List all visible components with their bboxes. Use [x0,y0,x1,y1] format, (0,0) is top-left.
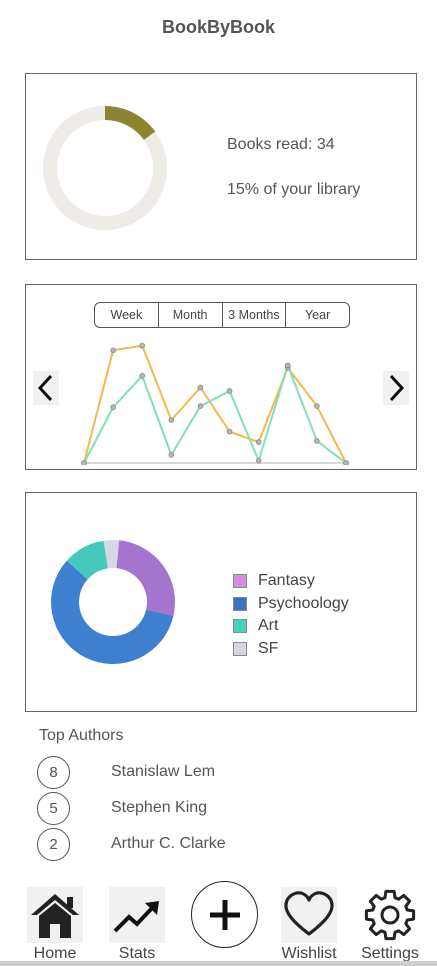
chevron-left-icon [37,374,53,402]
library-percentage: 15% of your library [227,181,361,198]
trending-up-icon [109,887,165,943]
legend-swatch [233,574,247,589]
gear-hole [380,905,400,925]
author-book-count: 2 [37,828,70,861]
legend-swatch [233,596,247,611]
legend-item-sf: SF [233,638,349,661]
legend-swatch [233,642,247,657]
legend-item-fantasy: Fantasy [233,570,349,593]
add-book-button[interactable] [191,881,258,948]
data-point-0-5 [226,428,233,435]
author-row[interactable]: 2 Arthur C. Clarke [37,828,337,861]
legend-item-psychology: Psychoology [233,593,349,616]
author-book-count: 8 [37,756,70,789]
data-point-1-7 [284,362,291,369]
bottom-divider [0,961,437,966]
series-line-1 [83,362,347,464]
legend-label: SF [258,640,279,658]
gear-icon [362,887,418,943]
reading-line-chart [81,342,349,465]
tab-year[interactable]: Year [286,303,349,327]
chevron-right-icon [389,374,405,402]
nav-wishlist[interactable]: Wishlist [276,887,342,963]
reading-progress-card: Books read: 34 15% of your library [25,73,417,260]
data-point-0-2 [139,342,146,349]
plus-icon [209,899,240,930]
tab-week[interactable]: Week [95,303,159,327]
legend-label: Fantasy [258,572,315,590]
data-point-1-1 [110,404,116,411]
data-point-1-6 [255,457,262,464]
legend-label: Art [258,617,279,635]
app-title: BookByBook [161,17,275,37]
progress-ring [43,106,167,230]
donut-slice-fantasy [116,540,175,616]
author-name: Arthur C. Clarke [111,835,226,852]
data-point-0-3 [168,417,175,423]
author-row[interactable]: 8 Stanislaw Lem [37,756,337,789]
series-line-0 [83,344,347,464]
tab-3-months[interactable]: 3 Months [223,303,287,327]
data-point-1-9 [343,460,349,465]
nav-settings[interactable]: Settings [357,887,423,963]
home-icon [27,887,83,943]
data-point-1-4 [197,403,204,409]
genres-card: Fantasy Psychoology Art SF [25,492,417,712]
books-read-count: Books read: 34 [227,136,335,153]
genre-legend: Fantasy Psychoology Art SF [233,570,349,660]
data-point-1-0 [81,460,87,465]
reading-stats-card: Week Month 3 Months Year [25,284,417,470]
previous-period-button[interactable] [33,371,59,405]
author-row[interactable]: 5 Stephen King [37,792,337,825]
data-point-1-3 [168,452,175,458]
gear-outline [364,889,416,941]
data-point-0-6 [255,439,262,445]
data-point-0-8 [314,403,320,409]
data-point-0-4 [197,384,204,391]
heart-icon [281,887,337,943]
time-range-tabs: Week Month 3 Months Year [94,302,350,328]
author-name: Stanislaw Lem [111,763,216,780]
data-point-1-5 [226,388,233,394]
data-point-1-8 [314,438,320,444]
bottom-navigation: Home Stats Wishlist Settings [0,875,437,966]
nav-stats[interactable]: Stats [106,887,168,963]
data-point-1-2 [139,373,146,379]
genre-donut-chart [50,540,175,664]
top-authors-heading: Top Authors [39,727,124,744]
nav-home[interactable]: Home [22,887,88,963]
data-point-0-1 [110,347,116,354]
author-name: Stephen King [111,799,208,816]
legend-label: Psychoology [258,594,349,612]
legend-swatch [233,619,247,634]
next-period-button[interactable] [383,371,409,405]
tab-month[interactable]: Month [159,303,223,327]
author-book-count: 5 [37,792,70,825]
legend-item-art: Art [233,615,349,638]
